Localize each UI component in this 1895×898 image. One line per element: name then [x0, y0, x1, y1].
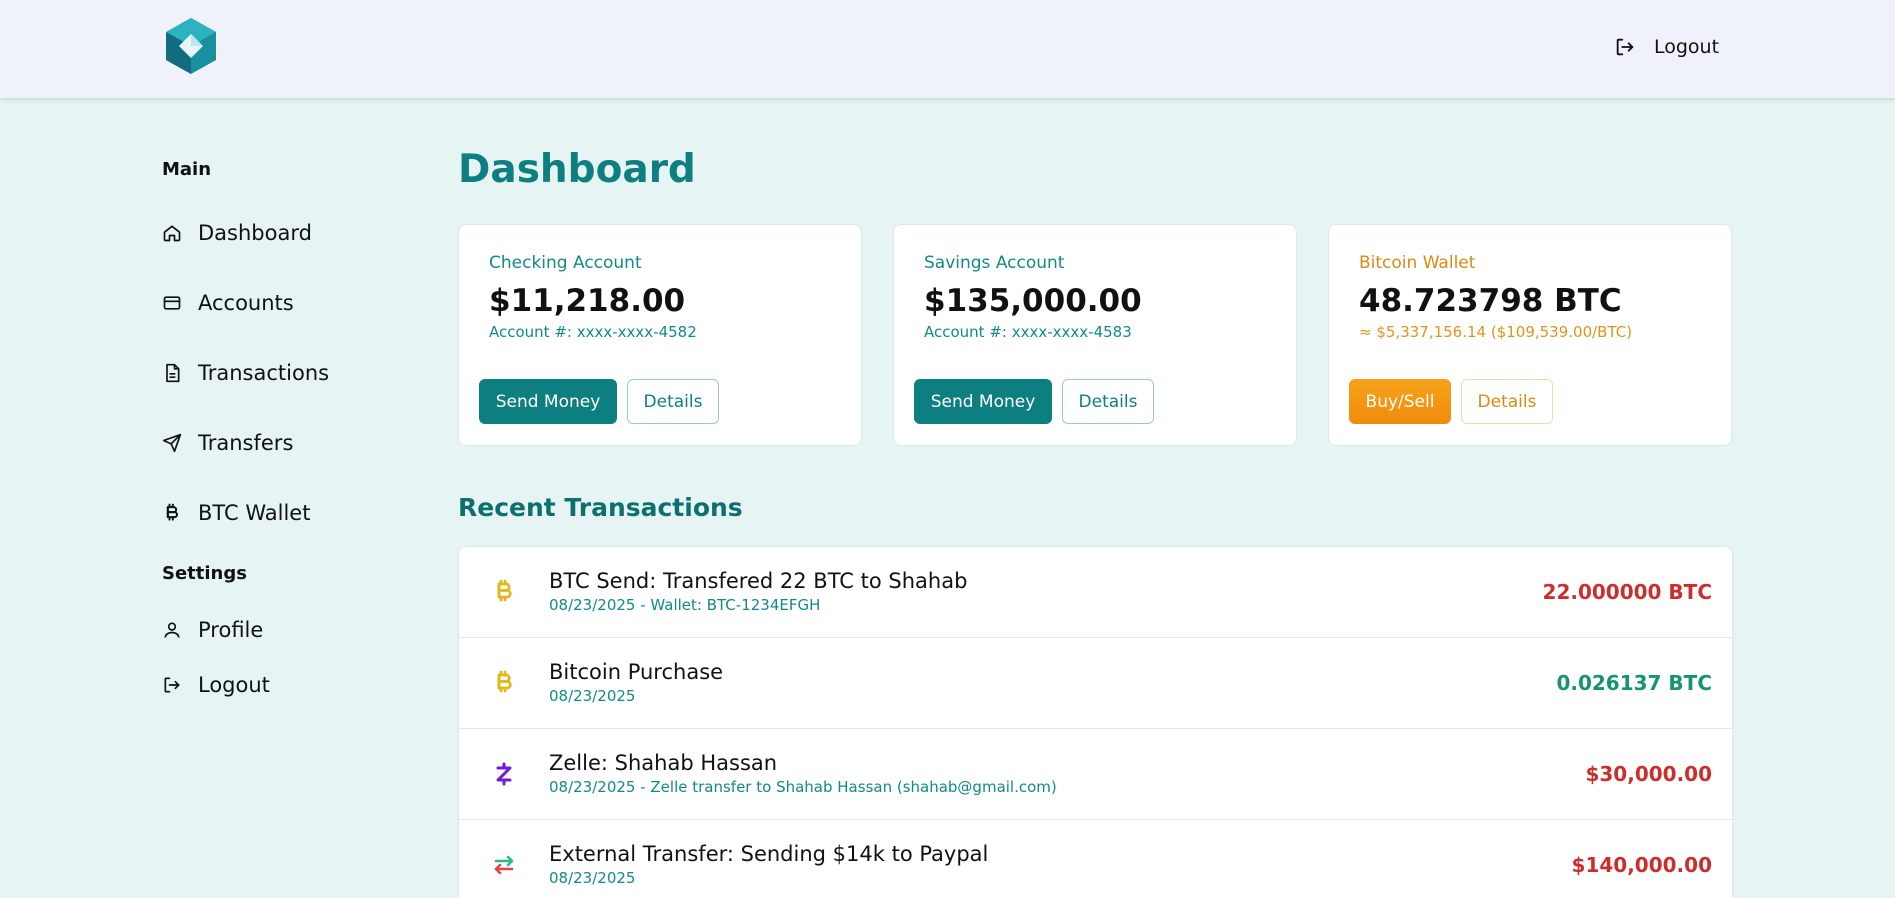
card-balance: $11,218.00 [489, 283, 686, 319]
transaction-row[interactable]: Bitcoin Purchase 08/23/2025 0.026137 BTC [459, 638, 1732, 729]
sidebar-item-label: Logout [198, 672, 270, 697]
sidebar-item-transfers[interactable]: Transfers [162, 408, 422, 478]
bitcoin-icon [491, 577, 517, 607]
send-money-button[interactable]: Send Money [914, 379, 1052, 424]
sidebar-item-accounts[interactable]: Accounts [162, 268, 422, 338]
account-cards: Checking Account $11,218.00 Account #: x… [458, 224, 1733, 446]
sidebar-item-label: BTC Wallet [198, 501, 311, 525]
user-icon [164, 622, 180, 638]
logout-icon [164, 677, 180, 692]
sidebar: Main Dashboard Accounts Transactions Tra… [162, 150, 422, 712]
transaction-subtitle: 08/23/2025 - Zelle transfer to Shahab Ha… [549, 778, 1057, 796]
transaction-row[interactable]: BTC Send: Transfered 22 BTC to Shahab 08… [459, 547, 1732, 638]
sidebar-item-btc-wallet[interactable]: BTC Wallet [162, 478, 422, 548]
sidebar-item-label: Profile [198, 617, 264, 642]
transfer-arrows-icon [491, 850, 517, 880]
transaction-amount: $30,000.00 [1585, 762, 1712, 786]
top-bar: Logout [0, 0, 1895, 98]
sidebar-item-profile[interactable]: Profile [162, 602, 422, 657]
sidebar-item-label: Transactions [198, 361, 330, 385]
transaction-row[interactable]: External Transfer: Sending $14k to Paypa… [459, 820, 1732, 898]
recent-transactions-title: Recent Transactions [458, 493, 743, 522]
card-title: Checking Account [489, 253, 642, 273]
buy-sell-button[interactable]: Buy/Sell [1349, 379, 1451, 424]
sidebar-section-settings: Settings [162, 563, 247, 584]
card-title: Savings Account [924, 253, 1065, 273]
bitcoin-wallet-card: Bitcoin Wallet 48.723798 BTC ≈ $5,337,15… [1328, 224, 1732, 446]
header-logout-label: Logout [1654, 36, 1720, 58]
transaction-subtitle: 08/23/2025 [549, 869, 636, 887]
card-balance: $135,000.00 [924, 283, 1142, 319]
transaction-row[interactable]: Zelle: Shahab Hassan 08/23/2025 - Zelle … [459, 729, 1732, 820]
sidebar-item-transactions[interactable]: Transactions [162, 338, 422, 408]
transaction-amount: 22.000000 BTC [1542, 580, 1712, 604]
page-title: Dashboard [458, 147, 696, 192]
logout-icon [1616, 38, 1634, 56]
sidebar-section-main: Main [162, 159, 212, 180]
document-icon [166, 363, 180, 383]
details-button[interactable]: Details [627, 379, 719, 424]
transaction-title: Zelle: Shahab Hassan [549, 751, 778, 775]
main-content: Dashboard Checking Account $11,218.00 Ac… [458, 140, 1733, 898]
bitcoin-icon [166, 503, 178, 521]
sidebar-item-label: Dashboard [198, 221, 312, 245]
card-title: Bitcoin Wallet [1359, 253, 1476, 273]
transaction-amount: 0.026137 BTC [1556, 671, 1712, 695]
card-account-number: Account #: xxxx-xxxx-4582 [489, 323, 697, 341]
send-icon [162, 433, 182, 453]
card-icon [163, 296, 181, 310]
transaction-title: External Transfer: Sending $14k to Paypa… [549, 842, 989, 866]
details-button[interactable]: Details [1461, 379, 1553, 424]
home-icon [163, 225, 181, 242]
transaction-title: BTC Send: Transfered 22 BTC to Shahab [549, 569, 968, 593]
transaction-list: BTC Send: Transfered 22 BTC to Shahab 08… [458, 546, 1733, 898]
card-usd-estimate: ≈ $5,337,156.14 ($109,539.00/BTC) [1359, 323, 1633, 341]
bitcoin-icon [491, 668, 517, 698]
send-money-button[interactable]: Send Money [479, 379, 617, 424]
zelle-icon [491, 759, 517, 789]
sidebar-item-logout[interactable]: Logout [162, 657, 422, 712]
sidebar-item-label: Transfers [198, 431, 294, 455]
checking-account-card: Checking Account $11,218.00 Account #: x… [458, 224, 862, 446]
card-balance: 48.723798 BTC [1359, 283, 1622, 319]
savings-account-card: Savings Account $135,000.00 Account #: x… [893, 224, 1297, 446]
header-logout-button[interactable]: Logout [1614, 30, 1719, 64]
sidebar-item-dashboard[interactable]: Dashboard [162, 198, 422, 268]
logo-icon[interactable] [164, 16, 218, 76]
transaction-title: Bitcoin Purchase [549, 660, 724, 684]
details-button[interactable]: Details [1062, 379, 1154, 424]
card-account-number: Account #: xxxx-xxxx-4583 [924, 323, 1132, 341]
sidebar-item-label: Accounts [198, 291, 294, 315]
transaction-subtitle: 08/23/2025 [549, 687, 636, 705]
transaction-subtitle: 08/23/2025 - Wallet: BTC-1234EFGH [549, 596, 821, 614]
transaction-amount: $140,000.00 [1571, 853, 1712, 877]
